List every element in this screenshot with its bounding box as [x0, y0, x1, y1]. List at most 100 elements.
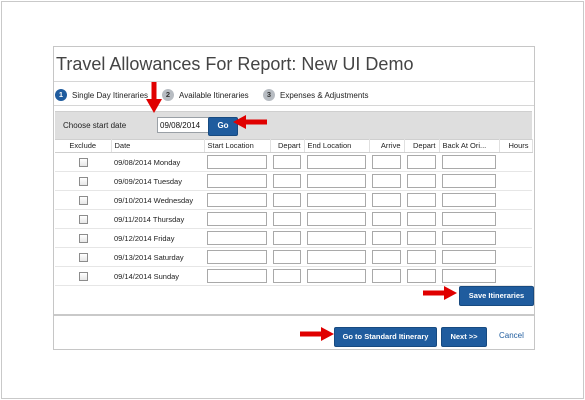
hours-cell [499, 247, 532, 267]
start-location-cell [204, 171, 270, 191]
depart-time-input[interactable] [273, 174, 301, 188]
depart-2-time-input[interactable] [407, 174, 436, 188]
depart-2-time-input[interactable] [407, 231, 436, 245]
back-at-origin-input[interactable] [442, 174, 496, 188]
date-cell: 09/14/2014 Sunday [111, 266, 204, 286]
exclude-checkbox[interactable] [78, 195, 88, 205]
table-row: 09/10/2014 Wednesday [55, 190, 532, 210]
depart-2-time-input[interactable] [407, 155, 436, 169]
arrive-time-input[interactable] [372, 250, 401, 264]
step-single-day-itineraries[interactable]: 1 Single Day Itineraries [55, 89, 148, 101]
step-label: Expenses & Adjustments [280, 90, 369, 100]
exclude-checkbox[interactable] [78, 271, 88, 281]
start-location-input[interactable] [207, 250, 267, 264]
end-location-input[interactable] [307, 155, 366, 169]
depart-time-input[interactable] [273, 193, 301, 207]
exclude-checkbox[interactable] [78, 157, 88, 167]
arrive-time-input[interactable] [372, 174, 401, 188]
arrive-time-input[interactable] [372, 269, 401, 283]
back-at-origin-input[interactable] [442, 193, 496, 207]
depart-2-time-input[interactable] [407, 250, 436, 264]
date-cell: 09/08/2014 Monday [111, 152, 204, 172]
start-location-input[interactable] [207, 155, 267, 169]
back-at-origin-input[interactable] [442, 155, 496, 169]
depart-time-input[interactable] [273, 231, 301, 245]
arrive-time-input[interactable] [372, 193, 401, 207]
exclude-cell [55, 171, 111, 191]
depart-time-input[interactable] [273, 155, 301, 169]
depart-cell [270, 266, 304, 286]
arrive-time-input[interactable] [372, 231, 401, 245]
start-date-label: Choose start date [63, 121, 127, 130]
travel-allowances-dialog: Travel Allowances For Report: New UI Dem… [53, 46, 535, 350]
arrive-time-input[interactable] [372, 212, 401, 226]
exclude-checkbox[interactable] [78, 214, 88, 224]
header-depart-2[interactable]: Depart [404, 139, 440, 153]
depart-time-input[interactable] [273, 250, 301, 264]
step-number-badge: 1 [55, 89, 67, 101]
step-available-itineraries[interactable]: 2 Available Itineraries [162, 89, 249, 101]
date-cell: 09/11/2014 Thursday [111, 209, 204, 229]
end-location-cell [304, 228, 369, 248]
back-at-origin-cell [439, 228, 499, 248]
start-location-input[interactable] [207, 174, 267, 188]
arrive-time-input[interactable] [372, 155, 401, 169]
header-exclude[interactable]: Exclude [55, 139, 112, 153]
table-row: 09/13/2014 Saturday [55, 247, 532, 267]
step-label: Available Itineraries [179, 90, 249, 100]
page-title: Travel Allowances For Report: New UI Dem… [56, 54, 414, 74]
header-arrive[interactable]: Arrive [369, 139, 405, 153]
end-location-input[interactable] [307, 250, 366, 264]
arrive-cell [369, 152, 404, 172]
end-location-input[interactable] [307, 193, 366, 207]
exclude-checkbox[interactable] [78, 252, 88, 262]
back-at-origin-input[interactable] [442, 250, 496, 264]
back-at-origin-cell [439, 247, 499, 267]
depart-2-cell [404, 228, 439, 248]
end-location-input[interactable] [307, 231, 366, 245]
header-start-location[interactable]: Start Location [204, 139, 271, 153]
next-button[interactable]: Next >> [441, 327, 487, 347]
end-location-cell [304, 171, 369, 191]
exclude-checkbox[interactable] [78, 233, 88, 243]
end-location-input[interactable] [307, 212, 366, 226]
depart-2-time-input[interactable] [407, 193, 436, 207]
depart-time-input[interactable] [273, 212, 301, 226]
exclude-cell [55, 266, 111, 286]
cancel-link[interactable]: Cancel [499, 331, 524, 340]
save-itineraries-button[interactable]: Save Itineraries [459, 286, 534, 306]
hours-cell [499, 152, 532, 172]
annotation-arrow-left-icon [233, 115, 267, 129]
end-location-input[interactable] [307, 174, 366, 188]
header-date[interactable]: Date [111, 139, 205, 153]
hours-cell [499, 171, 532, 191]
start-location-input[interactable] [207, 269, 267, 283]
header-depart[interactable]: Depart [270, 139, 305, 153]
table-row: 09/12/2014 Friday [55, 228, 532, 248]
start-location-input[interactable] [207, 212, 267, 226]
step-expenses-adjustments[interactable]: 3 Expenses & Adjustments [263, 89, 369, 101]
start-location-input[interactable] [207, 231, 267, 245]
exclude-checkbox[interactable] [78, 176, 88, 186]
header-hours[interactable]: Hours [499, 139, 533, 153]
back-at-origin-input[interactable] [442, 231, 496, 245]
footer-divider [54, 314, 534, 316]
hours-cell [499, 209, 532, 229]
date-cell: 09/09/2014 Tuesday [111, 171, 204, 191]
header-end-location[interactable]: End Location [304, 139, 370, 153]
start-location-input[interactable] [207, 193, 267, 207]
depart-2-cell [404, 190, 439, 210]
go-to-standard-itinerary-button[interactable]: Go to Standard Itinerary [334, 327, 437, 347]
header-back-at-origin[interactable]: Back At Ori... [439, 139, 500, 153]
depart-time-input[interactable] [273, 269, 301, 283]
back-at-origin-input[interactable] [442, 269, 496, 283]
depart-2-time-input[interactable] [407, 269, 436, 283]
table-row: 09/09/2014 Tuesday [55, 171, 532, 191]
depart-2-time-input[interactable] [407, 212, 436, 226]
start-location-cell [204, 228, 270, 248]
step-label: Single Day Itineraries [72, 90, 149, 100]
back-at-origin-cell [439, 152, 499, 172]
back-at-origin-input[interactable] [442, 212, 496, 226]
end-location-input[interactable] [307, 269, 366, 283]
exclude-cell [55, 152, 111, 172]
